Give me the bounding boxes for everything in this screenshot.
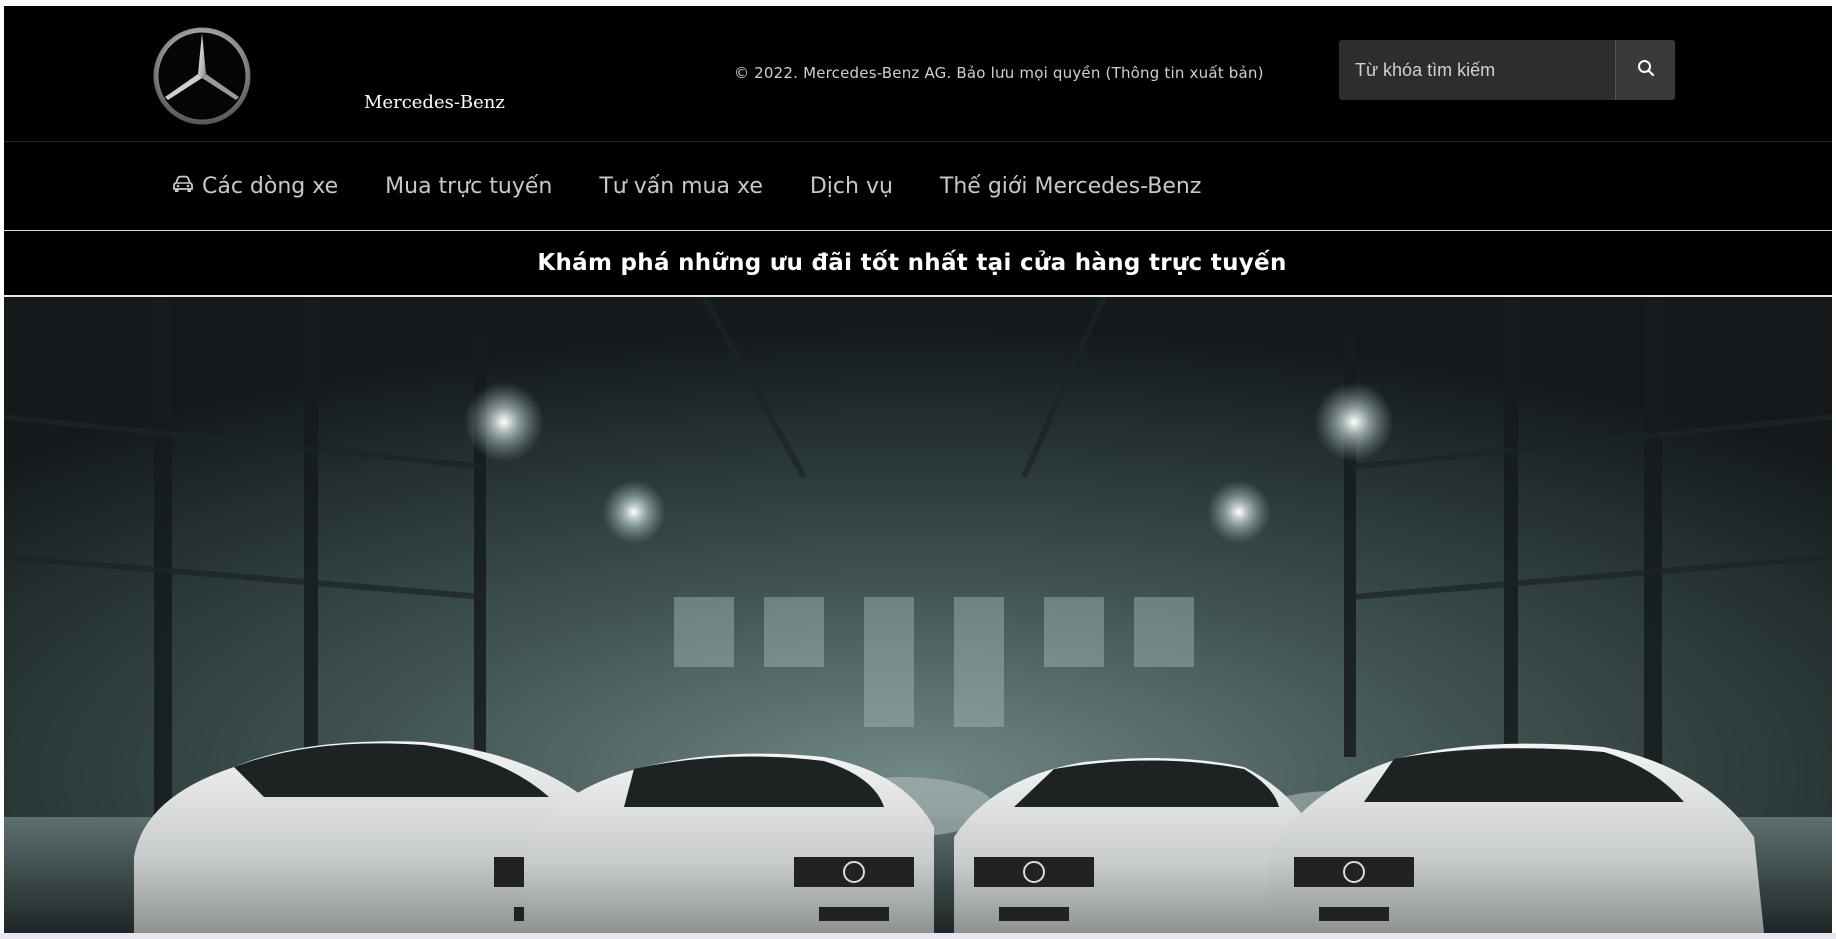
site-header: Mercedes-Benz © 2022. Mercedes-Benz AG. … <box>4 6 1832 141</box>
search-icon <box>1637 59 1655 81</box>
nav-item-consulting[interactable]: Tư vấn mua xe <box>599 174 763 199</box>
nav-item-world[interactable]: Thế giới Mercedes-Benz <box>940 174 1202 199</box>
nav-item-models[interactable]: Các dòng xe <box>172 174 338 199</box>
mercedes-star-icon[interactable] <box>152 26 252 126</box>
car-icon <box>172 174 202 199</box>
nav-item-label: Dịch vụ <box>809 173 893 199</box>
search-input[interactable] <box>1339 40 1615 100</box>
hero-image <box>4 297 1832 933</box>
nav-item-label: Mua trực tuyến <box>385 173 553 199</box>
brand-name[interactable]: Mercedes-Benz <box>364 92 505 113</box>
nav-item-label: Các dòng xe <box>202 173 339 199</box>
search-button[interactable] <box>1615 40 1675 100</box>
nav-item-label: Tư vấn mua xe <box>599 173 763 199</box>
main-nav: Các dòng xe Mua trực tuyến Tư vấn mua xe… <box>4 142 1832 230</box>
search-box <box>1339 40 1675 100</box>
page-bottom-strip <box>0 933 1836 939</box>
promo-text: Khám phá những ưu đãi tốt nhất tại cửa h… <box>537 250 1287 276</box>
nav-item-buy-online[interactable]: Mua trực tuyến <box>385 174 552 199</box>
promo-banner[interactable]: Khám phá những ưu đãi tốt nhất tại cửa h… <box>4 231 1832 295</box>
nav-item-services[interactable]: Dịch vụ <box>810 174 893 199</box>
page-frame: Mercedes-Benz © 2022. Mercedes-Benz AG. … <box>4 6 1832 933</box>
nav-item-label: Thế giới Mercedes-Benz <box>939 173 1202 199</box>
copyright-text: © 2022. Mercedes-Benz AG. Bảo lưu mọi qu… <box>734 64 1264 82</box>
